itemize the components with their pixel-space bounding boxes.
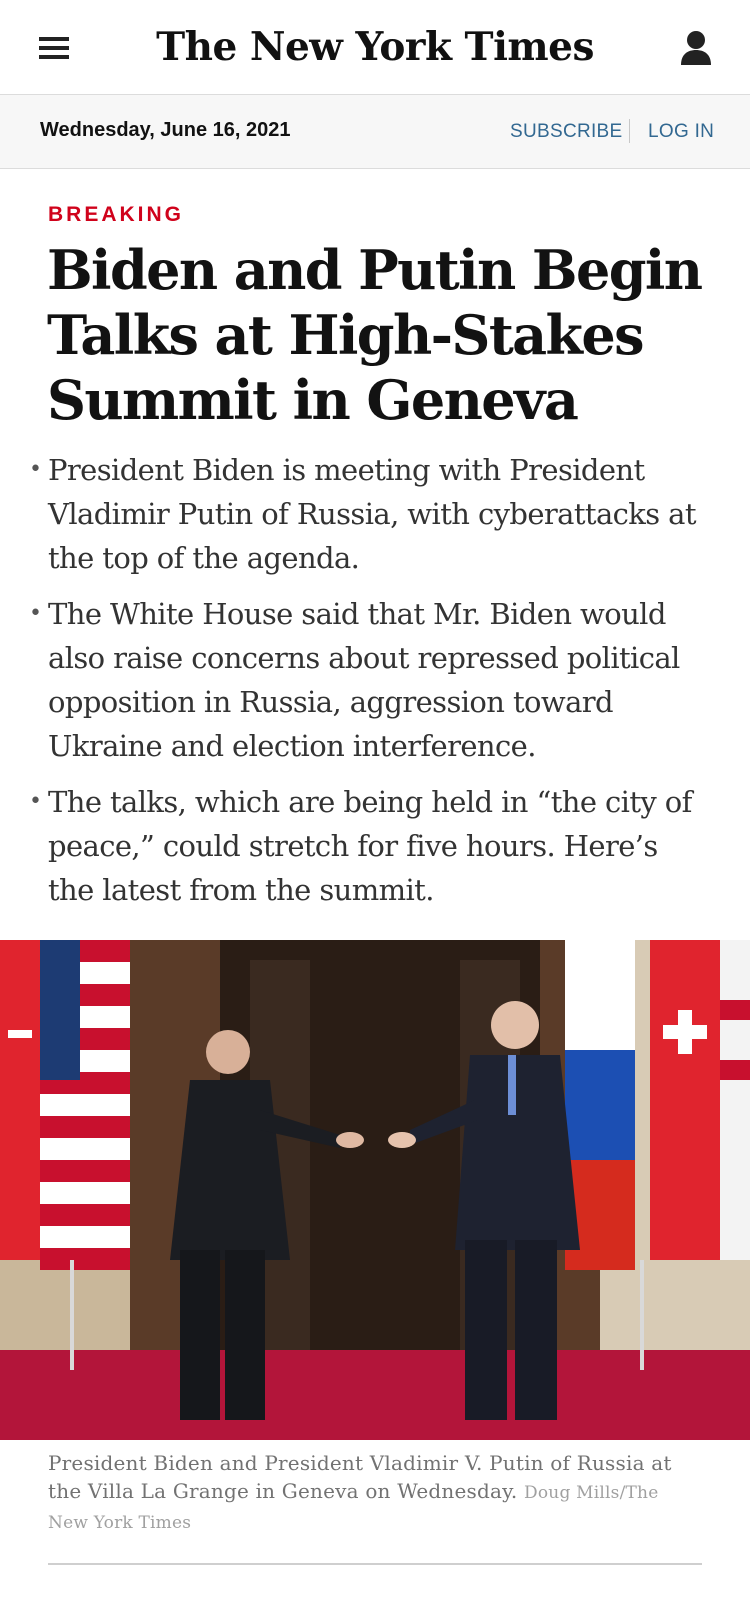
date-subscribe-bar: Wednesday, June 16, 2021 SUBSCRIBE LOG I… (0, 95, 750, 169)
article-headline[interactable]: Biden and Putin Begin Talks at High-Stak… (47, 238, 717, 433)
bullet-icon: • (29, 789, 42, 814)
summit-photo-illustration (0, 940, 750, 1440)
summary-list: • President Biden is meeting with Preside… (0, 448, 750, 924)
summary-text: The talks, which are being held in “the … (48, 785, 692, 907)
summary-text: The White House said that Mr. Biden woul… (48, 597, 680, 763)
summary-item: • President Biden is meeting with Preside… (0, 448, 750, 580)
bullet-icon: • (29, 601, 42, 626)
summary-text: President Biden is meeting with Presiden… (48, 453, 697, 575)
login-link[interactable]: LOG IN (648, 121, 714, 143)
summary-item: • The talks, which are being held in “the… (0, 780, 750, 912)
article-photo[interactable] (0, 940, 750, 1440)
user-account-icon[interactable] (680, 30, 712, 66)
subscribe-link[interactable]: SUBSCRIBE (510, 121, 623, 143)
masthead-logo[interactable]: The New York Times (0, 22, 750, 72)
summary-item: • The White House said that Mr. Biden wou… (0, 592, 750, 768)
breaking-label: BREAKING (48, 203, 185, 226)
bullet-icon: • (29, 457, 42, 482)
top-navigation-bar: The New York Times (0, 0, 750, 95)
photo-caption: President Biden and President Vladimir V… (48, 1449, 688, 1537)
current-date: Wednesday, June 16, 2021 (40, 119, 291, 141)
link-divider (629, 119, 630, 143)
section-divider (48, 1563, 702, 1565)
